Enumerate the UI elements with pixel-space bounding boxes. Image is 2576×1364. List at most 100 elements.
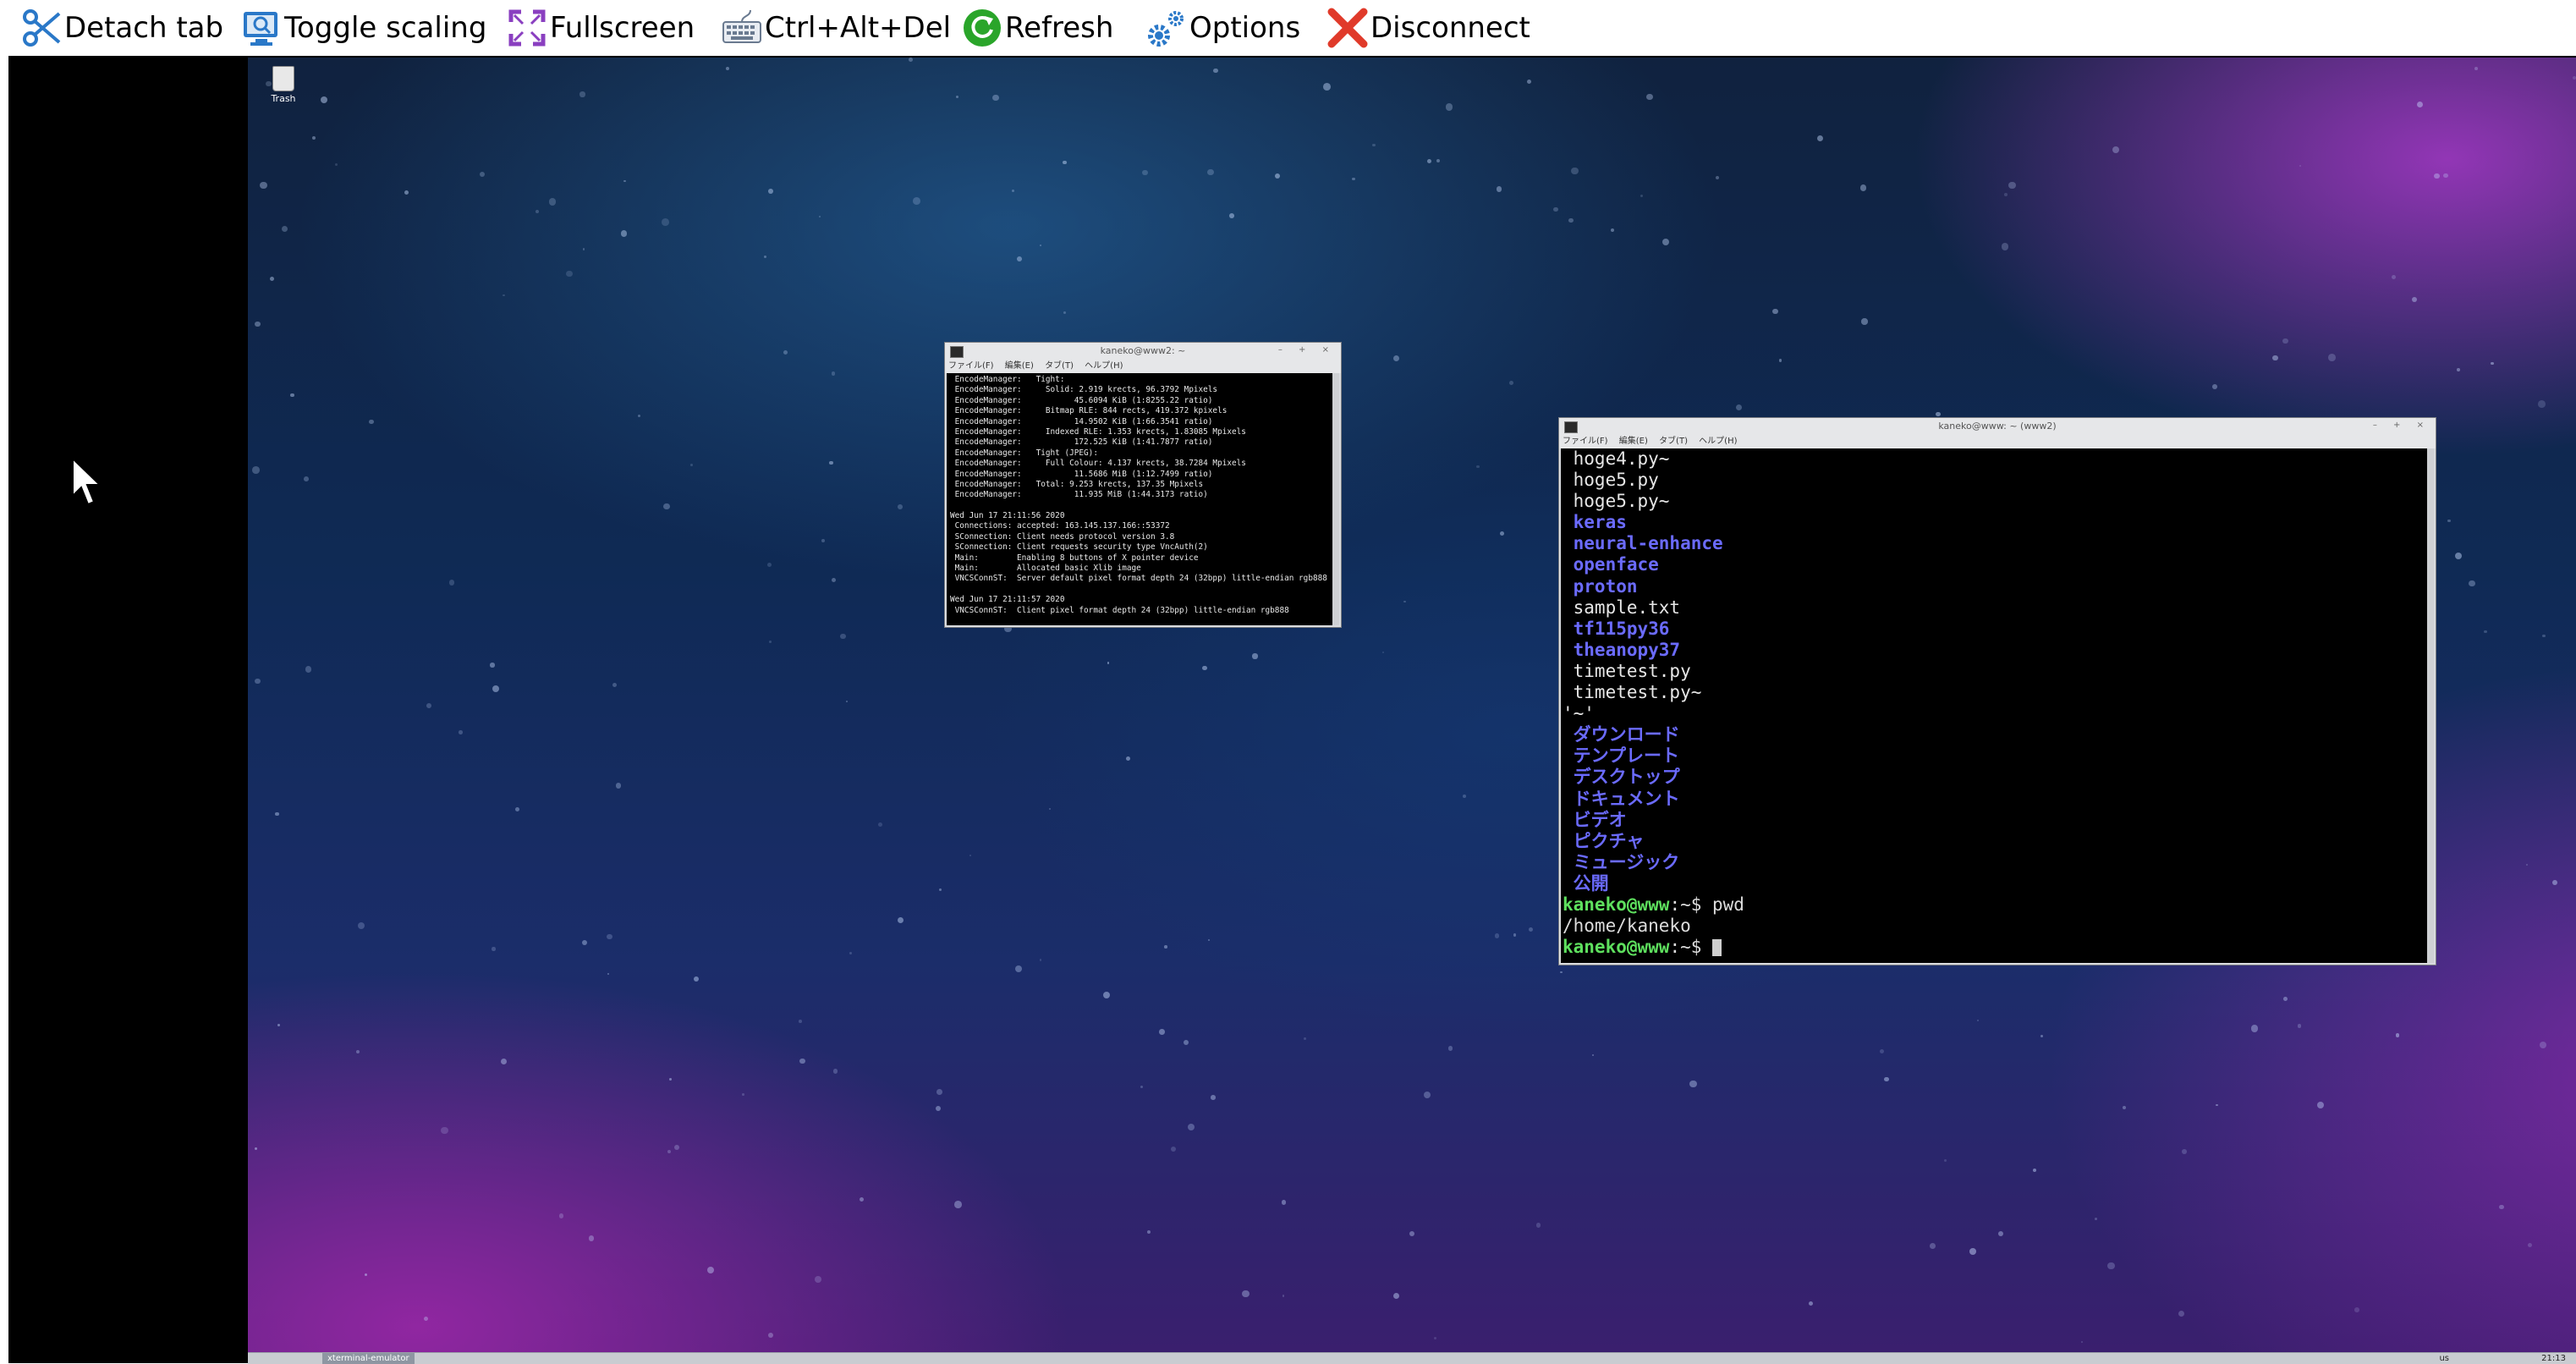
terminal-line: VNCSConnST: Server default pixel format … <box>950 574 1327 584</box>
prompt-command: :~$ pwd <box>1669 894 1744 915</box>
fullscreen-label: Fullscreen <box>550 11 695 45</box>
prompt-user: kaneko@www <box>1563 894 1670 915</box>
wallpaper-star <box>1553 206 1558 212</box>
wallpaper-star <box>369 419 374 425</box>
window-titlebar[interactable]: kaneko@www: ~ (www2) – + × <box>1559 418 2436 435</box>
menu-file[interactable]: ファイル(F) <box>1563 437 1608 446</box>
window-controls[interactable]: – + × <box>1278 345 1336 355</box>
wallpaper-star <box>274 811 279 817</box>
menu-help[interactable]: ヘルプ(H) <box>1085 361 1123 371</box>
window-titlebar[interactable]: kaneko@www2: ~ – + × <box>945 343 1341 360</box>
wallpaper-star <box>2499 1204 2504 1209</box>
wallpaper-star <box>819 215 821 217</box>
toggle-scaling-button[interactable]: Toggle scaling <box>240 4 486 52</box>
wallpaper-star <box>2469 580 2475 587</box>
wallpaper-star <box>620 230 627 237</box>
clock[interactable]: 21:13 <box>2541 1353 2566 1364</box>
wallpaper-star <box>355 1050 360 1054</box>
terminal-window-large[interactable]: kaneko@www: ~ (www2) – + × ファイル(F) 編集(E)… <box>1558 417 2436 965</box>
keyboard-layout-indicator[interactable]: us <box>2439 1353 2449 1364</box>
wallpaper-star <box>1392 1292 1400 1299</box>
menu-edit[interactable]: 編集(E) <box>1005 361 1034 371</box>
wallpaper-star <box>1496 185 1502 192</box>
wallpaper-star <box>1207 938 1210 942</box>
wallpaper-star <box>1936 411 1941 416</box>
terminal-line: /home/kaneko <box>1563 916 1691 937</box>
ls-directory-entry: theanopy37 <box>1563 639 1681 660</box>
wallpaper-star <box>821 539 825 542</box>
trash-icon <box>272 66 294 91</box>
refresh-button[interactable]: Refresh <box>961 4 1113 52</box>
wallpaper-star <box>689 463 693 466</box>
disconnect-button[interactable]: Disconnect <box>1326 4 1530 52</box>
menu-help[interactable]: ヘルプ(H) <box>1699 437 1737 446</box>
wallpaper-star <box>2474 66 2478 70</box>
wallpaper-star <box>1463 795 1466 798</box>
wallpaper-star <box>290 393 294 397</box>
wallpaper-star <box>1969 1248 1976 1255</box>
wallpaper-star <box>2573 75 2576 80</box>
terminal-scrollbar[interactable] <box>1332 373 1339 625</box>
wallpaper-star <box>1102 991 1111 999</box>
wallpaper-star <box>1140 1085 1143 1088</box>
ctrl-alt-del-label: Ctrl+Alt+Del <box>765 11 952 45</box>
wallpaper-star <box>1170 1146 1177 1152</box>
wallpaper-star <box>1229 213 1234 218</box>
wallpaper-star <box>2443 173 2449 179</box>
wallpaper-star <box>566 270 573 278</box>
wallpaper-star <box>799 1019 803 1023</box>
wallpaper-star <box>909 58 913 62</box>
wallpaper-star <box>1063 160 1067 165</box>
wallpaper-star <box>254 321 261 327</box>
wallpaper-star <box>2447 519 2451 523</box>
wallpaper-star <box>458 730 463 734</box>
ls-directory-entry: proton <box>1563 575 1638 597</box>
wallpaper-star <box>2552 879 2558 885</box>
terminal-output[interactable]: EncodeManager: Tight: EncodeManager: Sol… <box>947 373 1332 625</box>
wallpaper-star <box>2001 243 2009 250</box>
menu-file[interactable]: ファイル(F) <box>948 361 994 371</box>
prompt-command: :~$ <box>1669 937 1713 958</box>
wallpaper-star <box>2538 399 2546 408</box>
terminal-window-small[interactable]: kaneko@www2: ~ – + × ファイル(F) 編集(E) タブ(T)… <box>944 342 1342 628</box>
wallpaper-star <box>1689 1080 1697 1088</box>
wallpaper-star <box>311 135 316 140</box>
wallpaper-star <box>878 822 883 827</box>
wallpaper-star <box>277 1024 280 1026</box>
menu-tab[interactable]: タブ(T) <box>1045 361 1074 371</box>
close-x-icon <box>1327 8 1368 48</box>
fullscreen-button[interactable]: Fullscreen <box>506 4 695 52</box>
wallpaper-star <box>588 1235 595 1241</box>
wallpaper-star <box>1809 1301 1814 1306</box>
menu-edit[interactable]: 編集(E) <box>1619 437 1648 446</box>
terminal-output[interactable]: hoge4.py~ hoge5.py hoge5.py~ keras neura… <box>1561 448 2427 963</box>
trash-desktop-item[interactable]: Trash <box>265 66 302 104</box>
wallpaper-star <box>1213 68 1218 74</box>
toggle-scaling-label: Toggle scaling <box>284 11 487 45</box>
wallpaper-star <box>607 972 610 975</box>
text-cursor <box>1712 939 1722 957</box>
terminal-line: EncodeManager: Tight: <box>950 375 1065 384</box>
wallpaper-star <box>1571 168 1579 175</box>
ls-directory-entry: ミュージック <box>1563 851 1680 872</box>
wallpaper-star <box>2112 146 2120 153</box>
detach-tab-button[interactable]: Detach tab <box>20 4 223 52</box>
prompt-user: kaneko@www <box>1563 937 1670 958</box>
ctrl-alt-del-button[interactable]: Ctrl+Alt+Del <box>721 4 951 52</box>
wallpaper-star <box>662 218 669 227</box>
options-button[interactable]: Options <box>1145 4 1300 52</box>
window-controls[interactable]: – + × <box>2373 421 2430 430</box>
taskbar-task-button[interactable]: xterminal-emulator <box>322 1353 415 1364</box>
wallpaper-star <box>2317 1102 2325 1109</box>
ls-directory-entry: 公開 <box>1563 872 1609 894</box>
wallpaper-star <box>767 1332 774 1339</box>
wallpaper-star <box>1393 355 1400 361</box>
terminal-scrollbar[interactable] <box>2427 448 2434 963</box>
wallpaper-star <box>1409 1230 1415 1237</box>
wallpaper-star <box>1646 93 1654 101</box>
menu-tab[interactable]: タブ(T) <box>1659 437 1688 446</box>
wallpaper-star <box>831 371 836 376</box>
wallpaper-star <box>2182 1149 2187 1154</box>
terminal-line: Wed Jun 17 21:11:56 2020 <box>950 511 1065 521</box>
wallpaper-star <box>1426 159 1431 164</box>
